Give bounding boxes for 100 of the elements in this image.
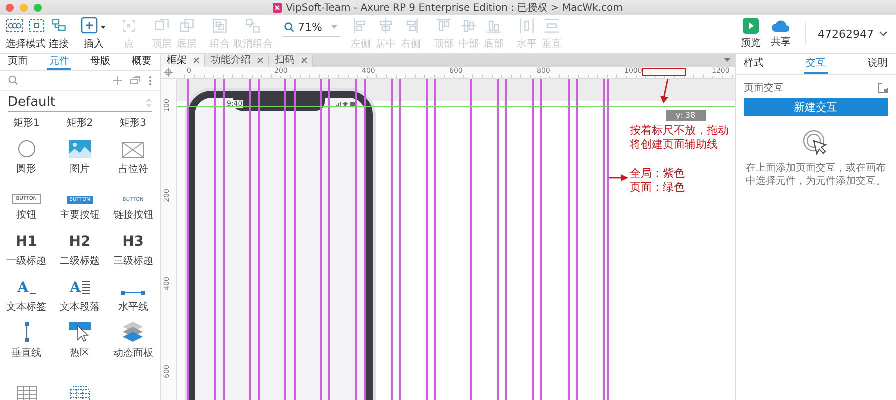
guide-line[interactable] (532, 79, 534, 400)
annotation-text: 页面：绿色 (630, 181, 685, 195)
close-window-button[interactable] (6, 4, 14, 12)
guide-line[interactable] (258, 79, 260, 400)
toolbar-button[interactable]: 连接 (47, 17, 71, 51)
guide-line[interactable] (187, 79, 188, 400)
document-tab[interactable]: 功能介绍 (205, 54, 269, 67)
document-tab[interactable]: 扫码 (269, 54, 313, 67)
caret-icon (331, 25, 338, 30)
document-tab[interactable]: 框架 (161, 54, 205, 67)
zoom-dropdown[interactable]: 71% (282, 21, 340, 37)
heading-glyph: H2 (69, 234, 91, 250)
preview-button[interactable]: 预览 (739, 18, 763, 50)
placeholder-icon (122, 142, 144, 158)
new-interaction-button[interactable]: 新建交互 (744, 98, 888, 116)
crosshair-icon[interactable] (164, 68, 173, 77)
selection-mode-icon (6, 17, 46, 35)
widget-item[interactable]: H1 一级标题 (0, 226, 54, 268)
guide-line[interactable] (328, 79, 330, 400)
window-title: VipSoft-Team - Axure RP 9 Enterprise Edition : 已授权 > MacWk.com (286, 2, 623, 14)
share-button[interactable]: 共享 (769, 19, 793, 49)
back-icon (177, 17, 197, 35)
guide-line[interactable] (576, 79, 578, 400)
widget-item[interactable]: H2 二级标题 (53, 226, 107, 268)
widget-item[interactable]: 圆形 (0, 134, 54, 176)
guide-line[interactable] (355, 79, 356, 400)
panel-tab[interactable]: 页面 (6, 54, 30, 70)
zoom-window-button[interactable] (34, 4, 42, 12)
widget-item[interactable]: 矩形3 (106, 116, 160, 130)
close-icon[interactable] (301, 57, 308, 64)
panel-tab[interactable]: 概要 (130, 54, 154, 70)
toolbar-button[interactable]: 选择模式 (6, 17, 46, 51)
guide-line[interactable] (364, 79, 366, 400)
stacked-layers-icon (122, 322, 144, 342)
account-dropdown[interactable]: 47262947 (818, 28, 888, 40)
tooltip: y: 38 (666, 110, 706, 121)
guide-line[interactable] (540, 79, 542, 400)
guide-line[interactable] (434, 79, 436, 400)
click-cursor-icon (803, 130, 829, 156)
distribute-v-icon (542, 17, 562, 35)
panel-tab[interactable]: 母版 (88, 54, 113, 70)
annotation-text: 全局：紫色 (630, 167, 685, 181)
widget-item[interactable]: 垂直线 (0, 318, 54, 360)
hint-text: 在上面添加页面交互，或在画布中选择元件，为元件添加交互。 (746, 162, 886, 188)
widget-item[interactable]: 图片 (53, 134, 107, 176)
chevron-down-icon (879, 31, 888, 37)
caret-icon[interactable] (724, 58, 731, 63)
widget-item[interactable]: A 文本标签 (0, 272, 54, 314)
guide-line[interactable] (426, 79, 428, 400)
text-label-glyph: A (18, 280, 36, 296)
more-icon[interactable] (149, 76, 152, 86)
guide-line[interactable] (249, 79, 250, 400)
library-dropdown[interactable]: Default (8, 95, 152, 112)
widget-item[interactable]: 矩形1 (0, 116, 54, 130)
circle-icon (18, 140, 36, 158)
guide-line[interactable] (214, 79, 216, 400)
search-icon[interactable] (8, 75, 19, 86)
widget-item[interactable]: 矩形2 (53, 116, 107, 130)
panel-tab[interactable]: 样式 (742, 54, 766, 74)
widget-item[interactable]: A 文本段落 (53, 272, 107, 314)
guide-line[interactable] (177, 106, 735, 107)
arrow (607, 174, 629, 182)
section-label: 页面交互 (744, 82, 784, 95)
guide-line[interactable] (284, 79, 286, 400)
guide-line[interactable] (470, 79, 472, 400)
guide-line[interactable] (320, 79, 322, 400)
panel-tab[interactable]: 交互 (804, 54, 828, 74)
align-middle-icon (459, 17, 479, 35)
toolbar-button[interactable]: 插入 (80, 17, 108, 51)
minimize-window-button[interactable] (20, 4, 28, 12)
widget-item[interactable]: 热区 (53, 318, 107, 360)
widget-item[interactable]: H3 三级标题 (106, 226, 160, 268)
distribute-h-icon (517, 17, 537, 35)
guide-line[interactable] (391, 79, 392, 400)
play-icon (743, 18, 759, 34)
panel-tab[interactable]: 说明 (866, 54, 890, 74)
ungroup-icon (243, 17, 263, 35)
guide-line[interactable] (497, 79, 498, 400)
guide-line[interactable] (223, 79, 224, 400)
guide-line[interactable] (399, 79, 400, 400)
guide-line[interactable] (607, 79, 608, 400)
widget-item[interactable]: 动态面板 (106, 318, 160, 360)
text-paragraph-glyph: A (70, 280, 90, 296)
widget-item[interactable]: 占位符 (106, 134, 160, 176)
widget-item[interactable]: 水平线 (106, 272, 160, 314)
guide-line[interactable] (568, 79, 570, 400)
vertical-line-icon (24, 322, 30, 342)
panel-tab[interactable]: 元件 (47, 54, 72, 70)
plus-icon[interactable] (113, 76, 122, 85)
annotation-text: 按着标尺不放，拖动 (630, 124, 729, 138)
expand-icon[interactable] (878, 83, 888, 93)
layers-icon[interactable] (130, 76, 141, 85)
guide-line[interactable] (603, 79, 604, 400)
guide-line[interactable] (294, 79, 296, 400)
up-down-chevron-icon (146, 98, 152, 108)
guide-line[interactable] (505, 79, 506, 400)
horizontal-line-icon (121, 290, 146, 296)
close-icon[interactable] (257, 57, 264, 64)
highlight-box (642, 68, 686, 76)
close-icon[interactable] (193, 57, 200, 64)
